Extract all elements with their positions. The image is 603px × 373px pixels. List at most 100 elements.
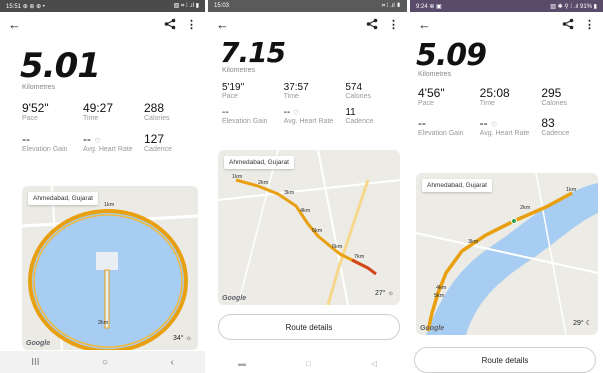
- more-options-icon[interactable]: ⋮: [186, 18, 197, 31]
- stat-value: --: [283, 107, 291, 118]
- map-canvas: 1km 2km 3km 4km 5km: [416, 173, 598, 335]
- stat-value: --: [418, 116, 426, 130]
- stat-elevation: -- Elevation Gain: [22, 132, 83, 154]
- stat-label: Elevation Gain: [418, 130, 464, 137]
- status-bar: 15:03 ⌗ ⁞ .ıl ▮: [208, 0, 407, 12]
- route-map[interactable]: 1km 2km Ahmedabad, Gujarat 34° ☼ Google: [22, 186, 198, 350]
- svg-text:1km: 1km: [566, 187, 577, 193]
- google-logo: Google: [26, 340, 51, 347]
- weather-badge: 34° ☼: [173, 335, 192, 342]
- weather-temp: 27°: [374, 290, 386, 297]
- svg-text:2km: 2km: [520, 205, 531, 211]
- stats-grid: 5'19" Pace 37:57 Time 574 Calories -- Elevat…: [208, 82, 407, 126]
- stat-time: 49:27 Time: [83, 101, 144, 123]
- status-time: 9:24: [416, 3, 428, 10]
- activity-screen-1: 15:51 ⊕ ⊕ ⊕ • ▨ ⌗ ⁞ .ıl ▮ ← ⋮ 5.01 Kilom…: [0, 0, 205, 373]
- heart-icon: ♡: [293, 110, 300, 117]
- stat-label: Time: [479, 100, 495, 107]
- activity-screen-2: 15:03 ⌗ ⁞ .ıl ▮ ← ⋮ 7.15 Kilometres 5'19…: [208, 0, 407, 373]
- status-icons: ⊕ ⊕ ⊕ •: [22, 3, 45, 10]
- stat-label: Time: [83, 115, 99, 122]
- stat-time: 25:08 Time: [480, 86, 542, 108]
- back-nav-icon[interactable]: ‹: [170, 357, 173, 368]
- distance-value: 5.01: [20, 46, 101, 86]
- svg-text:3km: 3km: [284, 190, 295, 196]
- more-options-icon[interactable]: ⋮: [584, 18, 595, 31]
- stat-label: Pace: [222, 93, 238, 100]
- share-icon[interactable]: [562, 18, 574, 30]
- recents-icon[interactable]: III: [31, 357, 39, 368]
- stats-grid: 9'52" Pace 49:27 Time 288 Calories -- Elevat…: [0, 101, 205, 154]
- back-arrow-icon[interactable]: ←: [418, 17, 431, 32]
- stat-label: Pace: [22, 115, 38, 122]
- status-time: 15:51: [6, 3, 22, 10]
- stat-value: 5'19": [222, 82, 245, 93]
- stat-value: 9'52": [22, 101, 49, 115]
- back-arrow-icon[interactable]: ←: [8, 17, 21, 32]
- more-options-icon[interactable]: ⋮: [388, 18, 399, 31]
- share-icon[interactable]: [366, 18, 378, 30]
- stat-time: 37:57 Time: [284, 82, 346, 101]
- stat-label: Elevation Gain: [222, 118, 268, 125]
- home-icon[interactable]: ○: [102, 357, 108, 368]
- stat-value: 83: [541, 116, 555, 130]
- route-details-button[interactable]: Route details: [414, 347, 596, 373]
- stat-label: Calories: [144, 115, 170, 122]
- stat-label: Avg. Heart Rate: [83, 146, 133, 153]
- map-canvas: 1km 2km: [22, 186, 198, 350]
- home-icon[interactable]: □: [306, 359, 311, 368]
- stat-label: Elevation Gain: [22, 146, 68, 153]
- stat-calories: 574 Calories: [345, 82, 407, 101]
- system-nav-bar: III ○ ‹: [0, 351, 205, 373]
- svg-text:2km: 2km: [258, 180, 269, 186]
- back-nav-icon[interactable]: ◁: [371, 359, 377, 368]
- map-canvas: 1km 2km 3km 4km 5km 6km 7km: [218, 150, 400, 305]
- stat-label: Cadence: [541, 130, 570, 137]
- status-right-icons: ▨ ✱ ⚲ ⁞ .ıl 91% ▮: [550, 3, 597, 10]
- sun-icon: ☼: [185, 335, 192, 342]
- app-bar: ← ⋮: [410, 12, 603, 36]
- stat-label: Pace: [418, 100, 434, 107]
- stat-pace: 5'19" Pace: [222, 82, 284, 101]
- route-details-button[interactable]: Route details: [218, 314, 400, 340]
- status-right-icons: ▨ ⌗ ⁞ .ıl ▮: [173, 3, 199, 9]
- status-bar: 15:51 ⊕ ⊕ ⊕ • ▨ ⌗ ⁞ .ıl ▮: [0, 0, 205, 12]
- moon-icon: ☾: [585, 320, 592, 327]
- svg-text:2km: 2km: [98, 320, 109, 326]
- map-location-label: Ahmedabad, Gujarat: [28, 192, 98, 205]
- stat-value: --: [22, 132, 30, 146]
- stat-pace: 9'52" Pace: [22, 101, 83, 123]
- system-nav-bar: ▬ □ ◁: [208, 353, 407, 373]
- stat-value: 4'56": [418, 86, 445, 100]
- recents-icon[interactable]: ▬: [238, 359, 246, 368]
- stat-value: 295: [541, 86, 562, 100]
- map-location-label: Ahmedabad, Gujarat: [224, 156, 294, 169]
- stat-elevation: -- Elevation Gain: [222, 107, 284, 126]
- back-arrow-icon[interactable]: ←: [216, 17, 229, 32]
- stat-value: 25:08: [479, 86, 510, 100]
- stat-heart-rate: -- ♡ Avg. Heart Rate: [284, 107, 346, 126]
- stat-heart-rate: -- ♡ Avg. Heart Rate: [480, 116, 542, 138]
- stat-value: 11: [345, 107, 356, 118]
- distance-unit: Kilometres: [22, 84, 56, 91]
- distance-unit: Kilometres: [222, 67, 256, 74]
- svg-text:1km: 1km: [104, 202, 115, 208]
- stat-elevation: -- Elevation Gain: [418, 116, 480, 138]
- route-map[interactable]: 1km 2km 3km 4km 5km Ahmedabad, Gujarat 2…: [416, 173, 598, 335]
- stat-label: Cadence: [144, 146, 173, 153]
- stat-cadence: 11 Cadence: [345, 107, 407, 126]
- stat-value: --: [83, 132, 91, 146]
- svg-text:6km: 6km: [332, 244, 343, 250]
- weather-badge: 27° ☼: [375, 290, 394, 297]
- share-icon[interactable]: [164, 18, 176, 30]
- sun-icon: ☼: [387, 290, 394, 297]
- route-map[interactable]: 1km 2km 3km 4km 5km 6km 7km Ahmedabad, G…: [218, 150, 400, 305]
- svg-text:7km: 7km: [354, 254, 365, 260]
- stat-calories: 288 Calories: [144, 101, 205, 123]
- status-icons: ⊕ ▣: [429, 3, 442, 10]
- stat-value: 127: [144, 132, 165, 146]
- stat-value: 49:27: [83, 101, 114, 115]
- status-right-icons: ⌗ ⁞ .ıl ▮: [381, 2, 401, 9]
- svg-text:5km: 5km: [434, 293, 445, 299]
- stat-label: Cadence: [345, 118, 374, 125]
